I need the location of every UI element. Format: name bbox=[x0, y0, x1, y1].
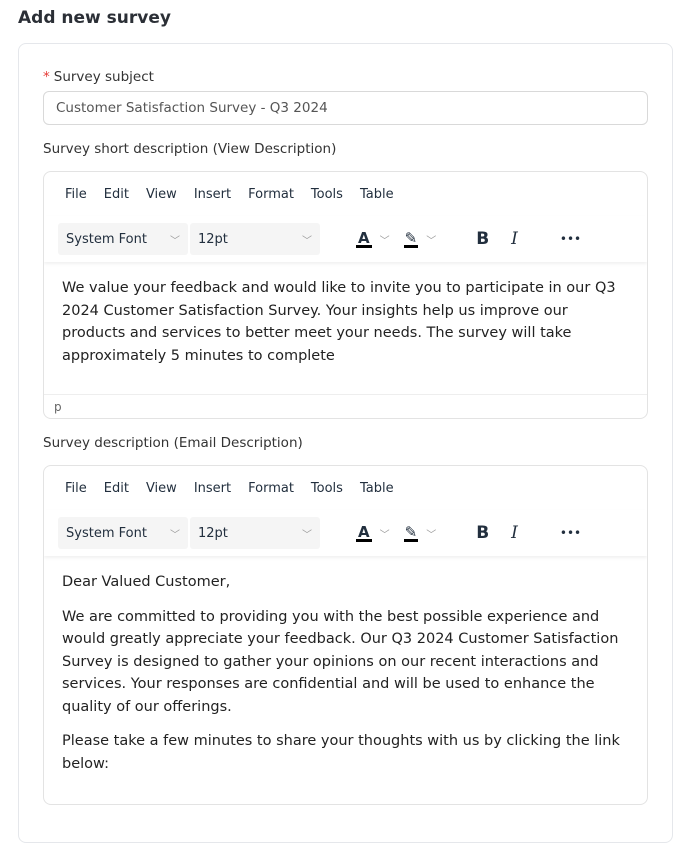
email-desc-label: Survey description (Email Description) bbox=[43, 435, 303, 451]
chevron-down-icon: ﹀ bbox=[170, 235, 180, 247]
subject-label: * Survey subject bbox=[43, 69, 154, 85]
italic-button[interactable]: I bbox=[511, 229, 518, 249]
paragraph: We value your feedback and would like to… bbox=[62, 280, 616, 364]
menu-table[interactable]: Table bbox=[360, 481, 394, 496]
editor-content[interactable]: Dear Valued Customer, We are committed t… bbox=[44, 556, 647, 802]
editor-toolbar: System Font ﹀ 12pt ﹀ A ﹀ ✎ ﹀ B I ••• bbox=[44, 510, 647, 556]
text-color-icon: A bbox=[356, 522, 372, 542]
menu-insert[interactable]: Insert bbox=[194, 187, 231, 202]
required-mark: * bbox=[43, 69, 50, 85]
text-color-icon: A bbox=[356, 228, 372, 248]
menu-format[interactable]: Format bbox=[248, 481, 294, 496]
font-family-select[interactable]: System Font ﹀ bbox=[58, 517, 188, 549]
menu-table[interactable]: Table bbox=[360, 187, 394, 202]
paragraph: Please take a few minutes to share your … bbox=[62, 733, 620, 772]
menu-view[interactable]: View bbox=[146, 481, 177, 496]
highlighter-icon: ✎ bbox=[403, 228, 419, 248]
font-size-select[interactable]: 12pt ﹀ bbox=[190, 223, 320, 255]
editor-statusbar: p bbox=[44, 394, 647, 418]
highlight-button[interactable]: ✎ ﹀ bbox=[403, 228, 437, 248]
chevron-down-icon: ﹀ bbox=[426, 235, 437, 247]
subject-input[interactable]: Customer Satisfaction Survey - Q3 2024 bbox=[43, 91, 648, 125]
menu-view[interactable]: View bbox=[146, 187, 177, 202]
chevron-down-icon: ﹀ bbox=[302, 529, 312, 541]
font-value: System Font bbox=[66, 231, 147, 247]
menu-edit[interactable]: Edit bbox=[104, 481, 129, 496]
editor-menubar: File Edit View Insert Format Tools Table bbox=[44, 172, 647, 216]
menu-file[interactable]: File bbox=[65, 481, 87, 496]
menu-tools[interactable]: Tools bbox=[311, 187, 343, 202]
editor-toolbar: System Font ﹀ 12pt ﹀ A ﹀ ✎ ﹀ B I ••• bbox=[44, 216, 647, 262]
menu-tools[interactable]: Tools bbox=[311, 481, 343, 496]
chevron-down-icon: ﹀ bbox=[426, 529, 437, 541]
short-desc-label: Survey short description (View Descripti… bbox=[43, 141, 337, 157]
size-value: 12pt bbox=[198, 525, 228, 541]
font-family-select[interactable]: System Font ﹀ bbox=[58, 223, 188, 255]
paragraph: Dear Valued Customer, bbox=[62, 574, 231, 590]
short-desc-editor: File Edit View Insert Format Tools Table… bbox=[43, 171, 648, 419]
chevron-down-icon: ﹀ bbox=[379, 529, 390, 541]
font-value: System Font bbox=[66, 525, 147, 541]
highlighter-icon: ✎ bbox=[403, 522, 419, 542]
chevron-down-icon: ﹀ bbox=[170, 529, 180, 541]
menu-edit[interactable]: Edit bbox=[104, 187, 129, 202]
size-value: 12pt bbox=[198, 231, 228, 247]
italic-button[interactable]: I bbox=[511, 523, 518, 543]
menu-insert[interactable]: Insert bbox=[194, 481, 231, 496]
chevron-down-icon: ﹀ bbox=[302, 235, 312, 247]
text-color-button[interactable]: A ﹀ bbox=[356, 228, 390, 248]
menu-format[interactable]: Format bbox=[248, 187, 294, 202]
chevron-down-icon: ﹀ bbox=[379, 235, 390, 247]
bold-button[interactable]: B bbox=[476, 229, 489, 249]
subject-label-text: Survey subject bbox=[53, 69, 154, 85]
more-button[interactable]: ••• bbox=[560, 526, 581, 540]
more-button[interactable]: ••• bbox=[560, 232, 581, 246]
highlight-button[interactable]: ✎ ﹀ bbox=[403, 522, 437, 542]
paragraph: We are committed to providing you with t… bbox=[62, 608, 619, 715]
editor-content[interactable]: We value your feedback and would like to… bbox=[44, 262, 647, 394]
email-desc-editor: File Edit View Insert Format Tools Table… bbox=[43, 465, 648, 805]
text-color-button[interactable]: A ﹀ bbox=[356, 522, 390, 542]
bold-button[interactable]: B bbox=[476, 523, 489, 543]
font-size-select[interactable]: 12pt ﹀ bbox=[190, 517, 320, 549]
editor-menubar: File Edit View Insert Format Tools Table bbox=[44, 466, 647, 510]
menu-file[interactable]: File bbox=[65, 187, 87, 202]
page-title: Add new survey bbox=[18, 8, 171, 28]
